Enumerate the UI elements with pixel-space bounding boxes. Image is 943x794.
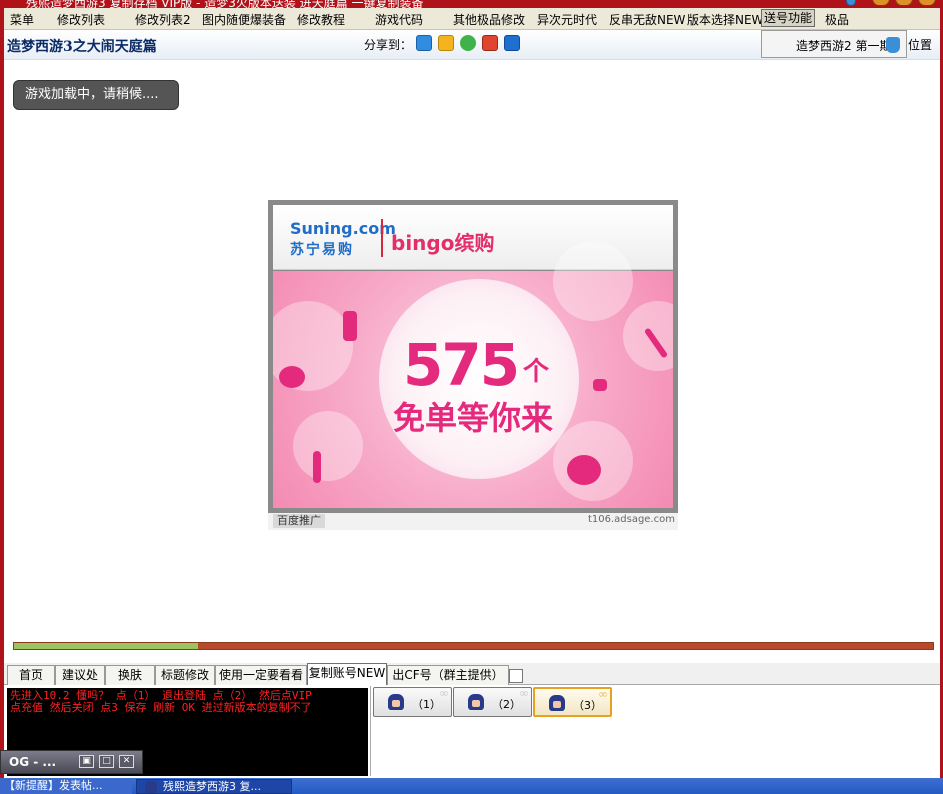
ad-domain: t106.adsage.com [587,514,675,525]
tab-suggestions[interactable]: 建议处 [55,665,105,685]
swirl-icon: ∞ [439,686,449,700]
ad-banner[interactable]: Suning.com 苏宁易购 bingo缤购 575 个 免单等你来 百度推广… [268,200,678,530]
menu-item-premium[interactable]: 极品 [825,11,849,28]
account-label: （2） [492,698,521,711]
console-line: 点充值 然后关闭 点3 保存 刷新 OK 进过新版本的复制不了 [10,701,312,714]
gift-account-dropdown: 造梦西游2 第一期 [761,30,907,58]
menu-item-tutorial[interactable]: 修改教程 [297,11,345,28]
tab-copy-account[interactable]: 复制账号NEW [307,663,387,685]
progress-fill [14,643,198,649]
tab-scroll-box[interactable] [509,669,523,683]
tab-home[interactable]: 首页 [7,665,55,685]
restore-icon[interactable]: ▣ [79,755,94,768]
tab-title-edit[interactable]: 标题修改 [155,665,215,685]
ad-content[interactable]: Suning.com 苏宁易购 bingo缤购 575 个 免单等你来 [273,205,673,508]
swirl-icon: ∞ [598,687,608,701]
tab-cf-account[interactable]: 出CF号（群主提供） [387,665,509,685]
close-icon[interactable] [918,0,936,6]
mini-window-title: OG - ... [9,755,57,769]
suning-logo: Suning.com [290,219,396,238]
maximize-icon[interactable] [895,0,913,6]
qzone-icon[interactable] [416,35,432,51]
title-bar: 残熙造梦西游3 复制存档 VIP版 - 造梦3火版本送装 进天庭篇 一键复制装备 [0,0,943,8]
page-title: 造梦西游3之大闹天庭篇 [7,39,157,55]
swirl-icon: ∞ [519,686,529,700]
qq-icon[interactable] [504,35,520,51]
ad-footer: 百度推广 t106.adsage.com [268,513,678,530]
position-label: 位置 [908,38,933,52]
character-avatar-icon [549,695,565,711]
help-icon[interactable] [846,0,856,6]
maximize-icon[interactable]: □ [99,755,114,768]
tab-must-read[interactable]: 使用一定要看看 [215,665,307,685]
window-title: 残熙造梦西游3 复制存档 VIP版 - 造梦3火版本送装 进天庭篇 一键复制装备 [26,0,424,8]
loading-progress-bar [13,642,934,650]
tab-skin[interactable]: 换肤 [105,665,155,685]
share-label: 分享到： [364,38,413,52]
menu-item-invincible[interactable]: 反串无敌NEW [609,11,685,28]
promo-slogan: 免单等你来 [393,399,554,437]
perfume-icon [343,311,357,341]
taskbar-item-label: 残熙造梦西游3 复... [163,780,261,793]
perfume-icon [279,366,305,388]
promo-unit: 个 [523,357,550,387]
account-button-3[interactable]: （3） ∞ [533,687,612,717]
baidu-ad-tag[interactable]: 百度推广 [273,514,325,528]
menu-item-other-mods[interactable]: 其他极品修改 [453,11,525,28]
character-avatar-icon [468,694,484,710]
menu-item-game-code[interactable]: 游戏代码 [375,11,423,28]
account-button-1[interactable]: （1） ∞ [373,686,452,717]
game-app-icon [145,781,157,793]
menu-item-dimension[interactable]: 异次元时代 [537,11,597,28]
character-avatar-icon [388,694,404,710]
menu-item-mod-list[interactable]: 修改列表 [57,11,105,28]
tab-bar: 首页 建议处 换肤 标题修改 使用一定要看看 复制账号NEW 出CF号（群主提供… [4,663,940,685]
dropdown-item[interactable]: 造梦西游2 第一期 [796,37,891,54]
taskbar: 【新提醒】发表帖... 残熙造梦西游3 复... [0,778,943,794]
tshirt-icon [886,37,900,53]
bubble-decoration [553,241,633,321]
app-window: 残熙造梦西游3 复制存档 VIP版 - 造梦3火版本送装 进天庭篇 一键复制装备… [0,0,943,794]
suning-logo-cn: 苏宁易购 [290,242,354,258]
mini-window[interactable]: OG - ... ▣ □ ✕ [0,750,143,774]
clover-icon[interactable] [460,35,476,51]
menu-bar: 菜单 修改列表 修改列表2 图内随便爆装备 修改教程 游戏代码 其他极品修改 异… [4,8,940,30]
close-icon[interactable]: ✕ [119,755,134,768]
menu-item-version-select[interactable]: 版本选择NEW [687,11,763,28]
account-button-2[interactable]: （2） ∞ [453,686,532,717]
menu-item-gift-account[interactable]: 送号功能 [761,9,816,27]
cosmetic-icon [593,379,607,391]
menu-item-menu[interactable]: 菜单 [10,11,34,28]
bingo-logo: bingo缤购 [391,231,495,255]
menu-item-drop-equipment[interactable]: 图内随便爆装备 [202,11,286,28]
account-label: （1） [412,698,441,711]
menu-item-mod-list-2[interactable]: 修改列表2 [135,11,191,28]
renren-icon[interactable] [482,35,498,51]
lipstick-icon [313,451,321,483]
brand-separator [381,219,383,257]
perfume-icon [567,455,601,485]
favorites-icon[interactable] [438,35,454,51]
taskbar-item-game[interactable]: 残熙造梦西游3 复... [136,779,292,794]
loading-message: 游戏加载中，请稍候.... [13,80,179,110]
bubble-decoration [293,411,363,481]
ad-promo-area: 575 个 免单等你来 [273,241,673,508]
taskbar-item-forum[interactable]: 【新提醒】发表帖... [0,779,132,794]
promo-number: 575 [403,331,520,399]
minimize-icon[interactable] [872,0,890,6]
